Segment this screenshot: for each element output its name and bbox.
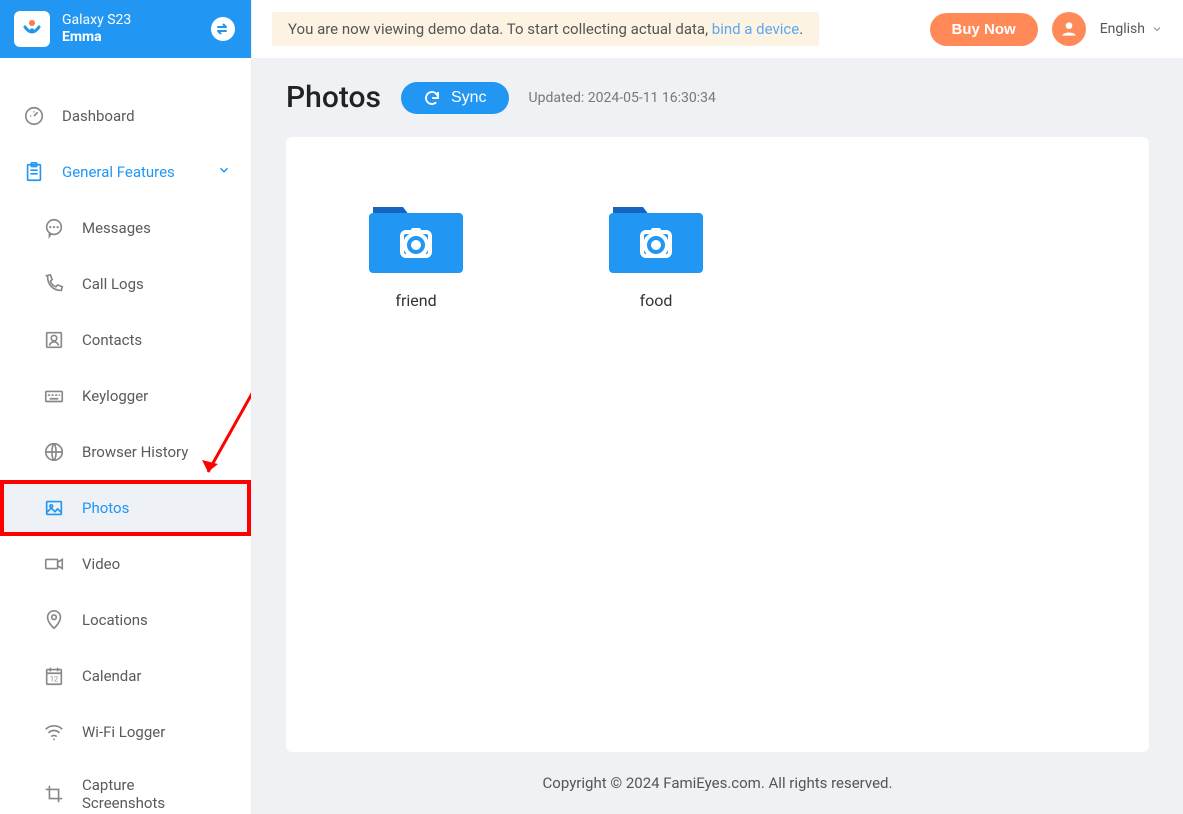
- folder-panel: friend food: [286, 137, 1149, 752]
- chevron-down-icon: [1151, 23, 1163, 35]
- contacts-icon: [42, 328, 66, 352]
- footer: Copyright © 2024 FamiEyes.com. All right…: [286, 752, 1149, 814]
- bind-device-link[interactable]: bind a device: [712, 20, 799, 38]
- globe-icon: [42, 440, 66, 464]
- device-name: Galaxy S23: [62, 12, 197, 29]
- language-selector[interactable]: English: [1100, 21, 1163, 37]
- video-icon: [42, 552, 66, 576]
- sidebar-item-label: General Features: [62, 163, 175, 181]
- keyboard-icon: [42, 384, 66, 408]
- sidebar-item-label: Photos: [82, 499, 129, 517]
- sidebar-nav: Dashboard General Features: [0, 58, 251, 814]
- device-info: Galaxy S23 Emma: [62, 12, 197, 46]
- demo-banner: You are now viewing demo data. To start …: [272, 12, 819, 46]
- folder-food[interactable]: food: [596, 197, 716, 692]
- phone-icon: [42, 272, 66, 296]
- topbar: You are now viewing demo data. To start …: [252, 0, 1183, 58]
- sidebar-item-contacts[interactable]: Contacts: [0, 312, 251, 368]
- clipboard-icon: [22, 160, 46, 184]
- svg-text:12: 12: [50, 675, 58, 684]
- sidebar-item-dashboard[interactable]: Dashboard: [0, 88, 251, 144]
- sidebar-item-label: Browser History: [82, 443, 188, 461]
- sidebar-item-locations[interactable]: Locations: [0, 592, 251, 648]
- chevron-down-icon: [217, 163, 231, 181]
- sidebar-item-wifi-logger[interactable]: Wi-Fi Logger: [0, 704, 251, 760]
- sidebar-item-label: Capture Screenshots: [82, 776, 192, 812]
- wifi-icon: [42, 720, 66, 744]
- buy-now-button[interactable]: Buy Now: [930, 13, 1038, 46]
- sidebar: Galaxy S23 Emma Dashboard: [0, 0, 252, 814]
- sidebar-item-label: Contacts: [82, 331, 142, 349]
- image-icon: [42, 496, 66, 520]
- banner-prefix: You are now viewing demo data. To start …: [288, 20, 712, 38]
- content: Photos Sync Updated: 2024-05-11 16:30:34: [252, 58, 1183, 814]
- sidebar-item-label: Messages: [82, 219, 151, 237]
- sidebar-item-label: Locations: [82, 611, 148, 629]
- sidebar-item-capture-screenshots[interactable]: Capture Screenshots: [0, 760, 251, 814]
- banner-suffix: .: [799, 20, 803, 38]
- sidebar-header: Galaxy S23 Emma: [0, 0, 251, 58]
- sidebar-item-calendar[interactable]: 12 Calendar: [0, 648, 251, 704]
- sync-icon: [423, 89, 441, 107]
- sync-button[interactable]: Sync: [401, 82, 509, 114]
- sidebar-item-label: Dashboard: [62, 107, 135, 125]
- sidebar-item-photos[interactable]: Photos: [0, 480, 251, 536]
- updated-timestamp: Updated: 2024-05-11 16:30:34: [529, 90, 716, 106]
- main: You are now viewing demo data. To start …: [252, 0, 1183, 814]
- user-name: Emma: [62, 29, 197, 46]
- sidebar-item-video[interactable]: Video: [0, 536, 251, 592]
- dashboard-icon: [22, 104, 46, 128]
- sync-label: Sync: [451, 89, 487, 107]
- sidebar-item-label: Call Logs: [82, 275, 144, 293]
- message-icon: [42, 216, 66, 240]
- brand-icon: [14, 11, 50, 47]
- sidebar-item-keylogger[interactable]: Keylogger: [0, 368, 251, 424]
- page-title: Photos: [286, 80, 381, 115]
- sidebar-item-label: Wi-Fi Logger: [82, 723, 165, 741]
- sidebar-item-label: Calendar: [82, 667, 142, 685]
- sidebar-item-messages[interactable]: Messages: [0, 200, 251, 256]
- folder-friend[interactable]: friend: [356, 197, 476, 692]
- page-header: Photos Sync Updated: 2024-05-11 16:30:34: [286, 80, 1149, 115]
- swap-device-icon[interactable]: [209, 15, 237, 43]
- sidebar-item-call-logs[interactable]: Call Logs: [0, 256, 251, 312]
- calendar-icon: 12: [42, 664, 66, 688]
- folder-icon: [369, 197, 463, 273]
- sidebar-section-general[interactable]: General Features: [0, 144, 251, 200]
- sidebar-item-label: Keylogger: [82, 387, 148, 405]
- folder-label: friend: [356, 291, 476, 310]
- crop-icon: [42, 782, 66, 806]
- sidebar-item-label: Video: [82, 555, 120, 573]
- sidebar-item-browser-history[interactable]: Browser History: [0, 424, 251, 480]
- avatar[interactable]: [1052, 12, 1086, 46]
- language-label: English: [1100, 21, 1145, 37]
- folder-icon: [609, 197, 703, 273]
- location-icon: [42, 608, 66, 632]
- folder-label: food: [596, 291, 716, 310]
